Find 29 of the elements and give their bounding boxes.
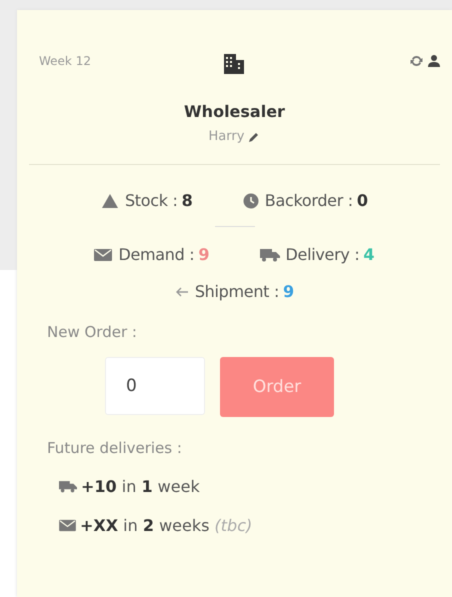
stat-label: Backorder :: [264, 191, 353, 210]
stat-value: 0: [356, 191, 368, 210]
stat-value: 9: [283, 282, 294, 301]
future-delivery-text: +10 in 1 week: [81, 477, 200, 496]
stat-label: Delivery :: [286, 245, 360, 264]
stat-label: Shipment :: [194, 282, 280, 301]
stat-value: 9: [198, 245, 210, 264]
truck-icon: [59, 480, 77, 493]
arrow-left-icon: [174, 286, 189, 298]
week-label: Week 12: [39, 54, 91, 68]
stat-value: 4: [363, 245, 375, 264]
future-delivery-text: +XX in 2 weeks (tbc): [80, 516, 252, 535]
envelope-icon: [59, 519, 76, 532]
stat-label: Demand :: [118, 245, 194, 264]
clock-icon: [242, 192, 259, 208]
refresh-icon[interactable]: [410, 54, 423, 68]
user-icon[interactable]: [428, 54, 440, 67]
edit-icon[interactable]: [248, 130, 260, 142]
triangle-icon: [100, 192, 119, 208]
envelope-icon: [94, 248, 112, 262]
building-icon: [222, 52, 246, 76]
new-order-label: New Order :: [47, 323, 138, 341]
stat-value: 8: [182, 191, 193, 210]
future-deliveries-label: Future deliveries :: [47, 439, 183, 457]
role-title: Wholesaler: [184, 102, 285, 121]
player-name: Harry: [208, 129, 244, 144]
order-quantity-field[interactable]: 0: [105, 357, 205, 415]
truck-icon: [260, 248, 280, 262]
stat-label: Stock :: [124, 191, 178, 210]
